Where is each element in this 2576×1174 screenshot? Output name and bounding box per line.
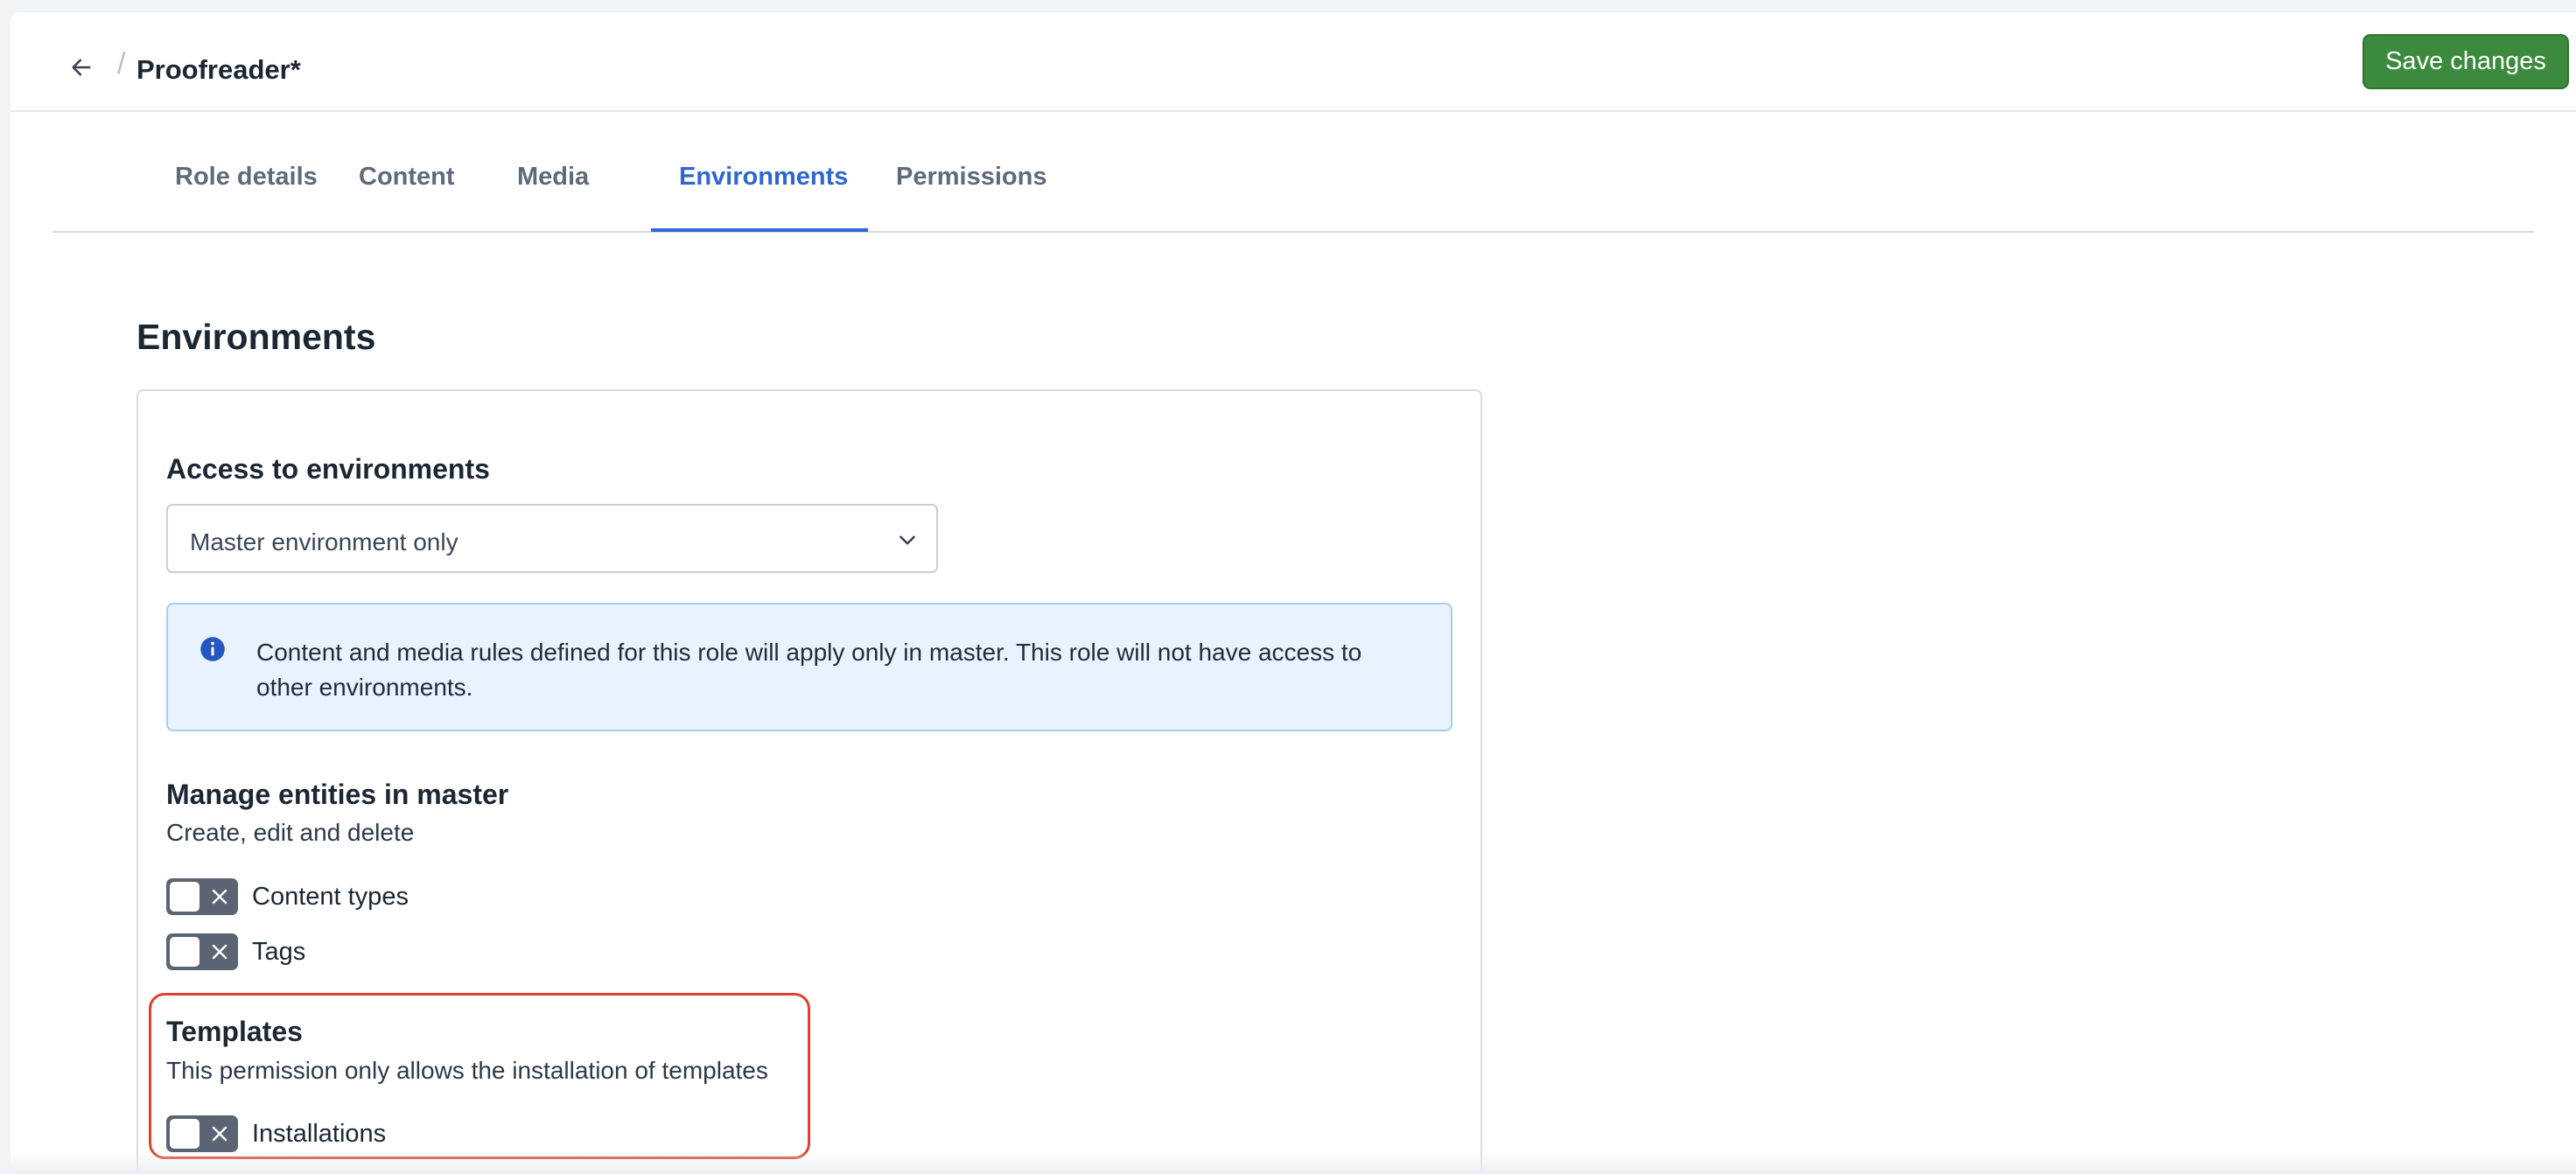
- toggle-row-installations: Installations: [166, 1115, 386, 1152]
- tab-bar: Role details Content Media Environments …: [52, 112, 2534, 233]
- toggle-knob: [170, 937, 200, 967]
- access-title: Access to environments: [166, 453, 490, 485]
- tags-toggle[interactable]: [166, 933, 238, 970]
- close-icon: [212, 944, 228, 960]
- breadcrumb-separator: /: [117, 47, 126, 80]
- tab-role-details[interactable]: Role details: [175, 163, 318, 192]
- toggle-label: Tags: [252, 937, 306, 966]
- templates-title: Templates: [166, 1016, 303, 1047]
- toggle-label: Content types: [252, 882, 409, 911]
- active-tab-indicator: [651, 228, 868, 232]
- manage-title: Manage entities in master: [166, 779, 509, 810]
- environment-access-select[interactable]: Master environment only: [166, 504, 938, 573]
- toggle-row-tags: Tags: [166, 933, 305, 970]
- content-types-toggle[interactable]: [166, 878, 238, 915]
- arrow-left-icon: [72, 59, 91, 76]
- chevron-down-icon: [900, 535, 915, 545]
- top-bar: / Proofreader* Save changes: [10, 12, 2576, 112]
- toggle-label: Installations: [252, 1119, 387, 1148]
- toggle-knob: [170, 882, 200, 912]
- close-icon: [212, 889, 228, 905]
- save-changes-button[interactable]: Save changes: [2362, 34, 2569, 89]
- close-icon: [212, 1126, 228, 1142]
- manage-subtitle: Create, edit and delete: [166, 819, 415, 846]
- page-title: Proofreader*: [136, 54, 301, 85]
- tab-permissions[interactable]: Permissions: [896, 163, 1046, 192]
- installations-toggle[interactable]: [166, 1115, 238, 1152]
- info-notice: Content and media rules defined for this…: [166, 603, 1452, 731]
- bottom-fade: [10, 1151, 2576, 1174]
- toggle-row-content-types: Content types: [166, 878, 409, 915]
- templates-subtitle: This permission only allows the installa…: [166, 1057, 768, 1084]
- select-value: Master environment only: [190, 528, 458, 556]
- back-button[interactable]: [58, 44, 105, 91]
- toggle-knob: [170, 1119, 200, 1149]
- tab-content[interactable]: Content: [359, 163, 455, 192]
- tab-environments[interactable]: Environments: [679, 163, 848, 192]
- info-text: Content and media rules defined for this…: [256, 639, 1362, 701]
- section-title: Environments: [136, 317, 376, 357]
- tab-media[interactable]: Media: [517, 163, 589, 192]
- page: / Proofreader* Save changes Role details…: [10, 12, 2576, 1174]
- info-icon: [200, 637, 225, 661]
